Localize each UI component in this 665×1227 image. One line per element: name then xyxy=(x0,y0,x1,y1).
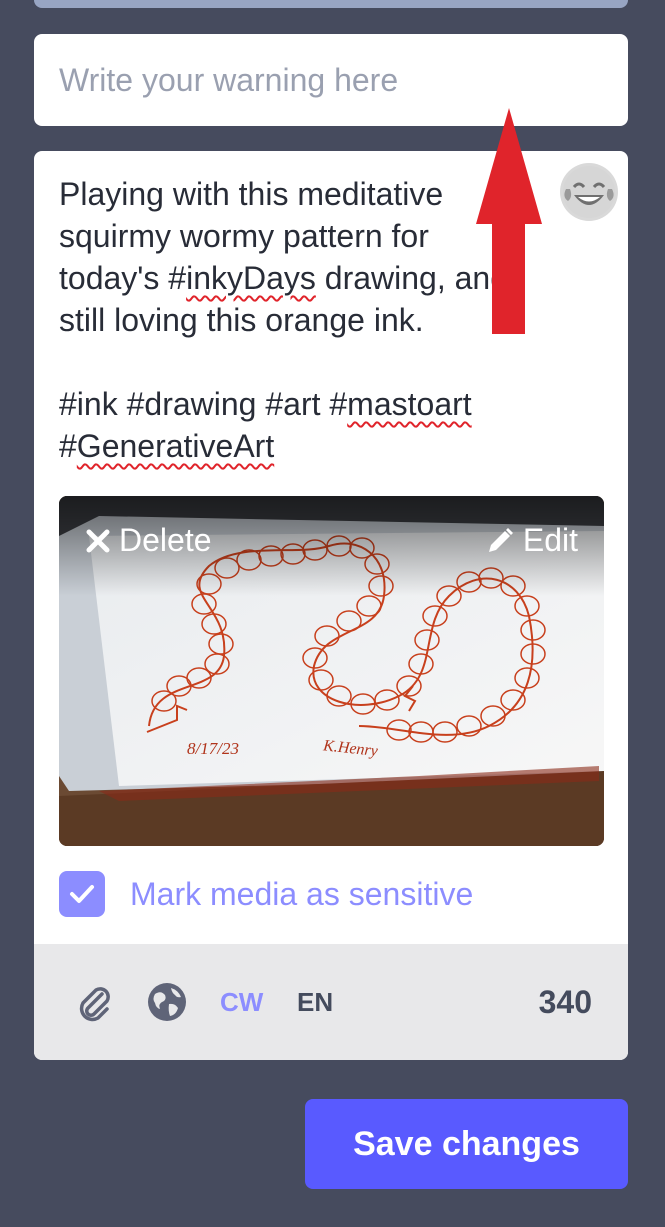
delete-media-button[interactable]: Delete xyxy=(85,522,212,559)
delete-label: Delete xyxy=(119,522,212,558)
status-line: squirmy wormy pattern for xyxy=(59,218,429,254)
misspelled-word: mastoart xyxy=(347,386,472,422)
text-fragment: today's # xyxy=(59,260,187,296)
content-warning-toggle[interactable]: CW xyxy=(220,944,263,1060)
annotation-arrow-icon xyxy=(476,108,542,334)
misspelled-word: inkyDays xyxy=(186,260,316,296)
text-fragment: #ink #drawing #art # xyxy=(59,386,348,422)
pencil-icon xyxy=(488,527,513,552)
compose-footer: CW EN 340 xyxy=(34,944,628,1060)
misspelled-word: GenerativeArt xyxy=(76,428,275,464)
privacy-button[interactable] xyxy=(147,944,187,1060)
text-fragment: # xyxy=(59,428,77,464)
status-line: #ink #drawing #art #mastoart xyxy=(59,386,472,422)
paperclip-icon xyxy=(79,987,110,1022)
status-line: #GenerativeArt xyxy=(59,428,274,464)
sensitive-checkbox[interactable] xyxy=(59,871,105,917)
globe-icon xyxy=(148,983,186,1021)
media-attachment[interactable]: 8/17/23 K.Henry Delete Edit xyxy=(59,496,604,846)
attach-media-button[interactable] xyxy=(74,944,114,1060)
edit-label: Edit xyxy=(522,522,578,558)
close-icon xyxy=(86,529,110,552)
emoji-picker-button[interactable] xyxy=(560,163,618,221)
tears-of-joy-emoji-icon xyxy=(563,166,615,218)
mark-sensitive-toggle[interactable]: Mark media as sensitive xyxy=(59,871,473,917)
checkmark-icon xyxy=(70,885,94,903)
status-line: still loving this orange ink. xyxy=(59,302,424,338)
edit-media-button[interactable]: Edit xyxy=(485,522,578,559)
character-counter: 340 xyxy=(538,983,592,1020)
sensitive-label: Mark media as sensitive xyxy=(130,875,474,912)
language-dropdown[interactable]: EN xyxy=(297,944,333,1060)
previous-field-edge xyxy=(34,0,628,8)
drawing-date-annotation: 8/17/23 xyxy=(187,739,239,758)
status-line: Playing with this meditative xyxy=(59,176,444,212)
status-line: today's #inkyDays drawing, and xyxy=(59,260,508,296)
save-changes-button[interactable]: Save changes xyxy=(305,1099,628,1189)
